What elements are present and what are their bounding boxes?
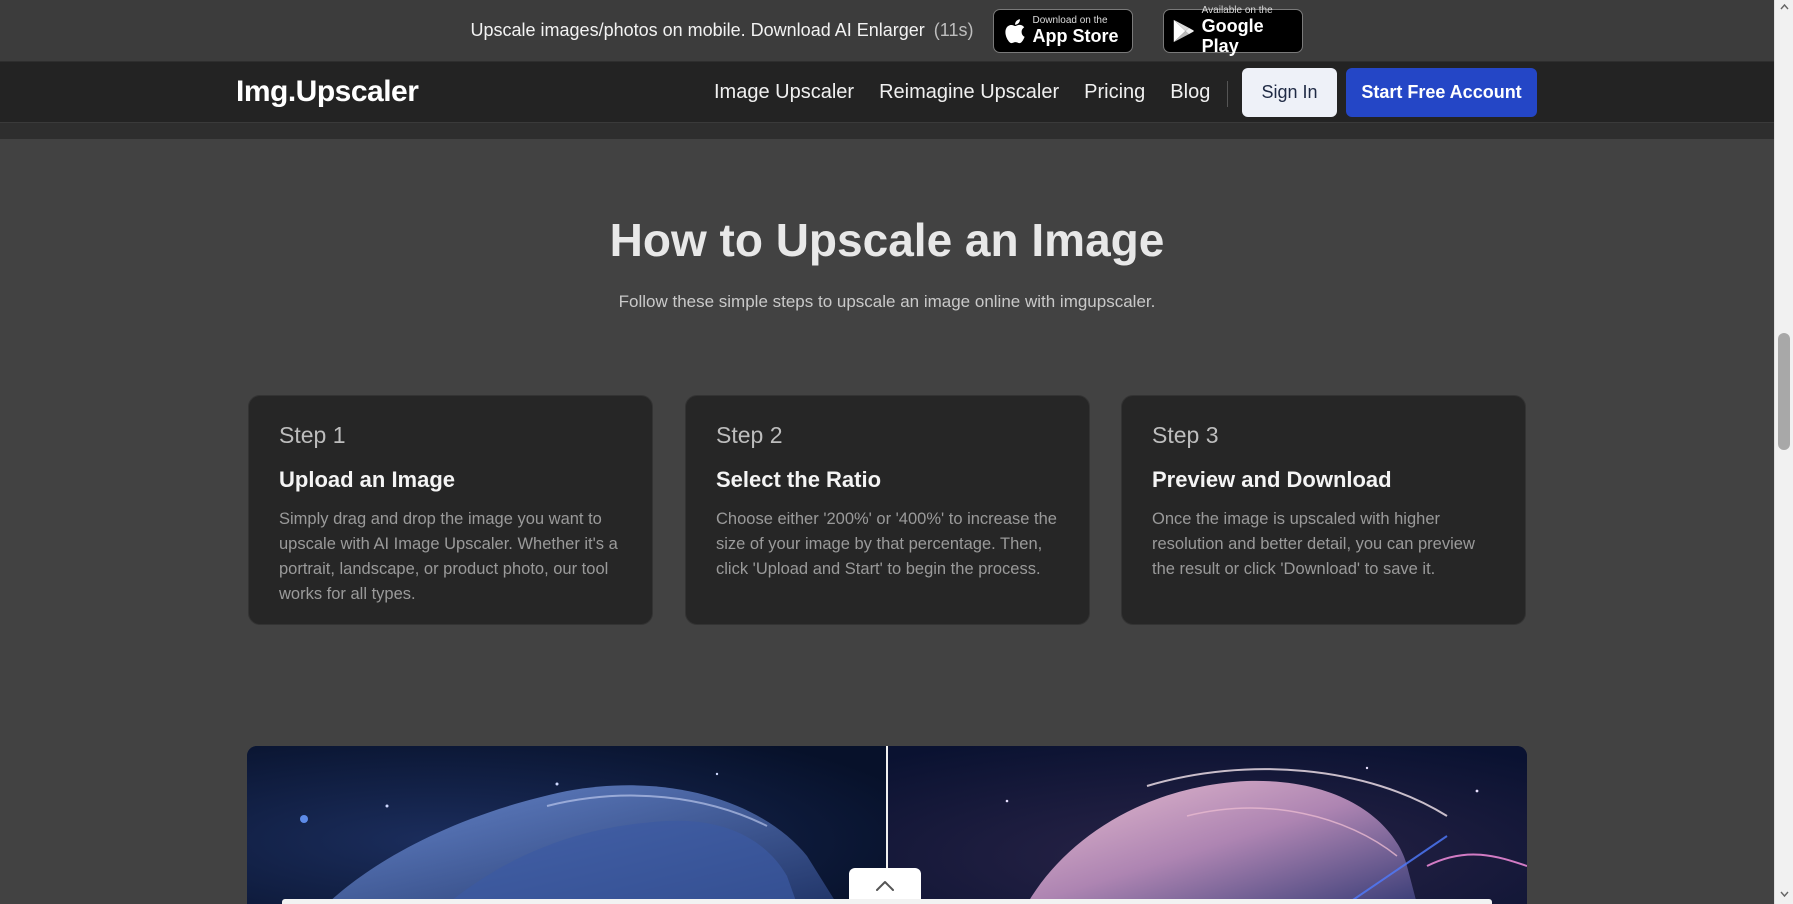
nav-divider	[1227, 81, 1228, 107]
step-description: Once the image is upscaled with higher r…	[1152, 510, 1475, 578]
step-card-3: Step 3 Preview and Download Once the ima…	[1121, 395, 1526, 625]
app-store-badge[interactable]: Download on the App Store	[993, 8, 1134, 53]
section-title: How to Upscale an Image	[609, 214, 1165, 266]
promo-countdown: (11s)	[933, 20, 974, 40]
step-number: Step 3	[1152, 422, 1219, 448]
google-play-badge[interactable]: Available on the Google Play	[1163, 4, 1304, 56]
nav-link-pricing[interactable]: Pricing	[1084, 81, 1145, 104]
step-card-1: Step 1 Upload an Image Simply drag and d…	[248, 395, 653, 625]
promo-bar: Upscale images/photos on mobile. Downloa…	[0, 0, 1774, 62]
main-navbar: Img.Upscaler Image Upscaler Reimagine Up…	[0, 62, 1774, 123]
scroll-up-arrow-icon[interactable]	[1779, 2, 1790, 13]
nav-link-reimagine-upscaler[interactable]: Reimagine Upscaler	[879, 81, 1059, 104]
section-subtitle: Follow these simple steps to upscale an …	[618, 292, 1156, 311]
site-logo[interactable]: Img.Upscaler	[236, 75, 419, 109]
nav-links: Image Upscaler Reimagine Upscaler Pricin…	[714, 81, 1210, 104]
google-play-label: Google Play	[1201, 15, 1264, 56]
step-card-2: Step 2 Select the Ratio Choose either '2…	[685, 395, 1090, 625]
promo-message: Upscale images/photos on mobile. Downloa…	[470, 20, 925, 40]
step-number: Step 1	[279, 422, 346, 448]
page-scrollbar[interactable]	[1774, 0, 1793, 904]
google-play-small-text: Available on the	[1201, 4, 1273, 16]
step-title: Select the Ratio	[716, 467, 882, 492]
scroll-down-arrow-icon[interactable]	[1779, 888, 1790, 899]
apple-logo-icon	[1005, 18, 1026, 43]
step-number: Step 2	[716, 422, 783, 448]
app-store-small-text: Download on the	[1032, 14, 1108, 26]
start-free-account-button[interactable]: Start Free Account	[1346, 68, 1537, 117]
nav-link-image-upscaler[interactable]: Image Upscaler	[714, 81, 854, 104]
step-title: Upload an Image	[279, 467, 456, 492]
app-store-label: App Store	[1032, 25, 1119, 46]
google-play-logo-icon	[1174, 19, 1195, 42]
nav-link-blog[interactable]: Blog	[1170, 81, 1210, 104]
chevron-up-icon	[876, 881, 894, 891]
sign-in-button[interactable]: Sign In	[1242, 68, 1337, 117]
bottom-panel-edge	[282, 899, 1492, 904]
section-top-strip	[0, 123, 1774, 139]
step-description: Choose either '200%' or '400%' to increa…	[716, 510, 1057, 578]
scrollbar-thumb[interactable]	[1778, 333, 1790, 450]
promo-text: Upscale images/photos on mobile. Downloa…	[471, 20, 974, 41]
step-description: Simply drag and drop the image you want …	[279, 510, 618, 603]
step-title: Preview and Download	[1152, 467, 1392, 492]
